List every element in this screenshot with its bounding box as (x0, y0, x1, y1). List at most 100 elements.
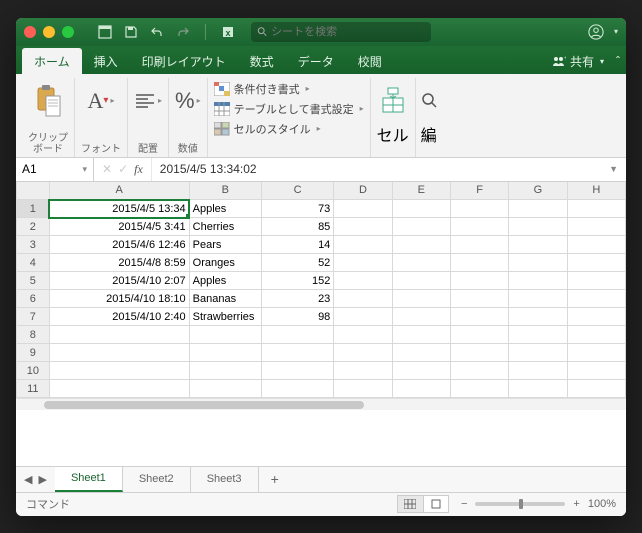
cell[interactable] (509, 380, 567, 398)
row-header[interactable]: 11 (17, 380, 50, 398)
cell[interactable] (334, 380, 392, 398)
cell[interactable] (392, 362, 450, 380)
cell[interactable] (567, 308, 625, 326)
cell[interactable] (49, 344, 189, 362)
save-icon[interactable] (123, 24, 139, 40)
share-button[interactable]: 共有 (570, 53, 594, 70)
spreadsheet-grid[interactable]: A B C D E F G H 12015/4/5 13:34Apples732… (16, 182, 626, 466)
conditional-formatting-button[interactable]: 条件付き書式▸ (212, 80, 366, 98)
tab-page-layout[interactable]: 印刷レイアウト (130, 48, 238, 74)
cell[interactable]: Strawberries (189, 308, 261, 326)
col-header[interactable]: C (261, 182, 333, 200)
cell[interactable] (261, 362, 333, 380)
cell[interactable] (334, 236, 392, 254)
cells-button[interactable] (378, 80, 408, 122)
row-header[interactable]: 7 (17, 308, 50, 326)
cell[interactable] (189, 380, 261, 398)
edit-button[interactable] (420, 80, 438, 122)
cell[interactable] (509, 254, 567, 272)
row-header[interactable]: 3 (17, 236, 50, 254)
cell[interactable] (509, 236, 567, 254)
cell[interactable]: 2015/4/10 18:10 (49, 290, 189, 308)
col-header[interactable]: E (392, 182, 450, 200)
cell[interactable] (392, 218, 450, 236)
row-header[interactable]: 8 (17, 326, 50, 344)
cell-styles-button[interactable]: セルのスタイル▸ (212, 120, 366, 138)
cell[interactable] (392, 254, 450, 272)
cell[interactable] (392, 308, 450, 326)
minimize-icon[interactable] (43, 26, 55, 38)
cell[interactable] (334, 308, 392, 326)
cell[interactable] (509, 272, 567, 290)
formula-input[interactable]: 2015/4/5 13:34:02 (152, 162, 601, 176)
cell[interactable] (450, 272, 508, 290)
cell[interactable]: 85 (261, 218, 333, 236)
fx-icon[interactable]: fx (134, 162, 143, 177)
chevron-down-icon[interactable]: ▾ (82, 164, 87, 175)
cell[interactable]: Apples (189, 272, 261, 290)
cell[interactable] (189, 362, 261, 380)
cell[interactable] (334, 200, 392, 218)
cell[interactable] (509, 218, 567, 236)
name-box[interactable]: A1▾ (16, 158, 94, 181)
col-header[interactable]: B (189, 182, 261, 200)
row-header[interactable]: 6 (17, 290, 50, 308)
tab-formulas[interactable]: 数式 (238, 48, 286, 74)
cell[interactable] (392, 326, 450, 344)
font-button[interactable]: A▾▸ (88, 80, 115, 122)
zoom-in-button[interactable]: + (573, 498, 579, 510)
horizontal-scrollbar[interactable] (16, 398, 626, 410)
sheet-next-icon[interactable]: ▶ (38, 473, 46, 486)
cell[interactable] (450, 380, 508, 398)
number-format-button[interactable]: %▸ (175, 80, 201, 122)
cell[interactable] (189, 326, 261, 344)
cell[interactable] (49, 380, 189, 398)
zoom-level[interactable]: 100% (588, 498, 616, 510)
formula-expand-icon[interactable]: ▼ (601, 164, 626, 174)
ribbon-collapse-icon[interactable]: ˆ (616, 54, 620, 68)
cell[interactable] (450, 308, 508, 326)
cell[interactable] (334, 344, 392, 362)
undo-icon[interactable] (149, 24, 165, 40)
cell[interactable]: 14 (261, 236, 333, 254)
cell[interactable] (334, 218, 392, 236)
select-all-corner[interactable] (17, 182, 50, 200)
cell[interactable] (567, 344, 625, 362)
tab-insert[interactable]: 挿入 (82, 48, 130, 74)
sheet-tab[interactable]: Sheet2 (123, 467, 191, 492)
cell[interactable]: Pears (189, 236, 261, 254)
cell[interactable]: 2015/4/10 2:07 (49, 272, 189, 290)
row-header[interactable]: 9 (17, 344, 50, 362)
cell[interactable] (392, 344, 450, 362)
enter-formula-icon[interactable]: ✓ (118, 162, 128, 176)
sheet-prev-icon[interactable]: ◀ (24, 473, 32, 486)
cell[interactable]: 52 (261, 254, 333, 272)
cell[interactable] (392, 236, 450, 254)
cell[interactable] (261, 344, 333, 362)
row-header[interactable]: 5 (17, 272, 50, 290)
cell[interactable]: 2015/4/5 3:41 (49, 218, 189, 236)
cell[interactable] (334, 272, 392, 290)
cell[interactable] (261, 326, 333, 344)
search-input[interactable] (271, 26, 425, 38)
col-header[interactable]: A (49, 182, 189, 200)
cell[interactable]: 2015/4/6 12:46 (49, 236, 189, 254)
cell[interactable] (509, 362, 567, 380)
cell[interactable] (567, 362, 625, 380)
alignment-button[interactable]: ▸ (134, 80, 162, 122)
close-icon[interactable] (24, 26, 36, 38)
fullscreen-icon[interactable] (62, 26, 74, 38)
cell[interactable] (450, 236, 508, 254)
sheet-tab[interactable]: Sheet1 (55, 467, 123, 492)
cell[interactable]: 152 (261, 272, 333, 290)
tab-home[interactable]: ホーム (22, 48, 82, 74)
cell[interactable] (450, 344, 508, 362)
cell[interactable]: Bananas (189, 290, 261, 308)
cell[interactable]: Cherries (189, 218, 261, 236)
col-header[interactable]: G (509, 182, 567, 200)
col-header[interactable]: H (567, 182, 625, 200)
cell[interactable] (392, 200, 450, 218)
cell[interactable] (189, 344, 261, 362)
home-icon[interactable] (97, 24, 113, 40)
cell[interactable] (567, 236, 625, 254)
